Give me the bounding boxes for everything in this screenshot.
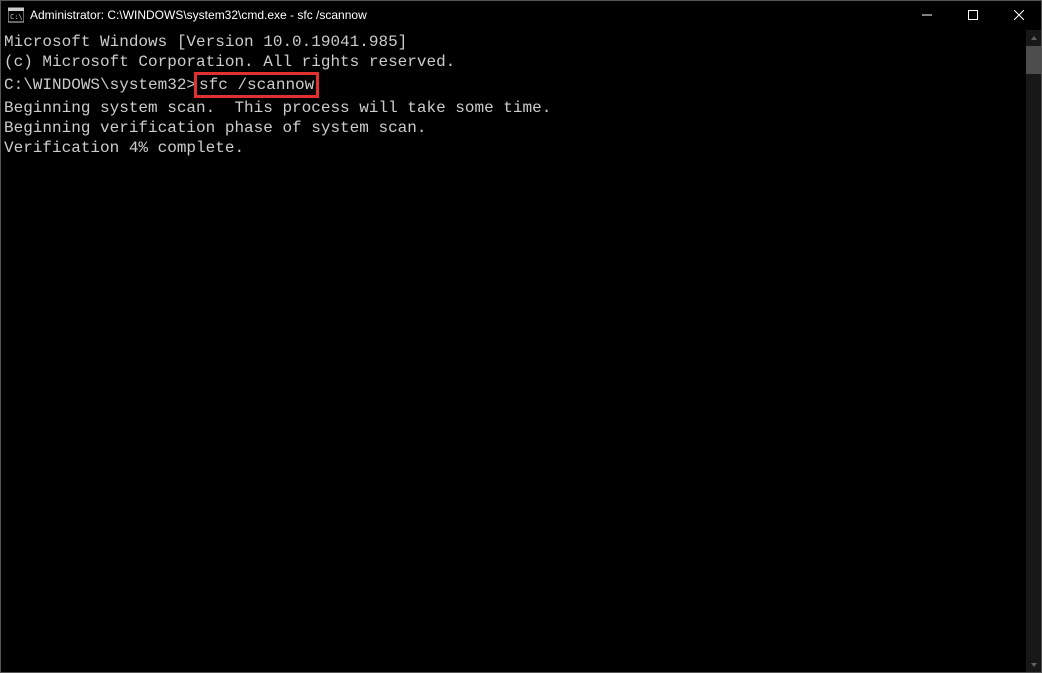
output-line: (c) Microsoft Corporation. All rights re…	[4, 52, 1022, 72]
output-line: Beginning verification phase of system s…	[4, 118, 1022, 138]
close-button[interactable]	[996, 0, 1042, 30]
output-line: Verification 4% complete.	[4, 138, 1022, 158]
cmd-window: C:\ Administrator: C:\WINDOWS\system32\c…	[0, 0, 1042, 673]
vertical-scrollbar[interactable]	[1026, 30, 1042, 673]
prompt-line: C:\WINDOWS\system32>sfc /scannow	[4, 72, 1022, 98]
output-line: Microsoft Windows [Version 10.0.19041.98…	[4, 32, 1022, 52]
prompt-text: C:\WINDOWS\system32>	[4, 75, 196, 95]
output-line: Beginning system scan. This process will…	[4, 98, 1022, 118]
window-controls	[904, 0, 1042, 30]
maximize-button[interactable]	[950, 0, 996, 30]
titlebar[interactable]: C:\ Administrator: C:\WINDOWS\system32\c…	[0, 0, 1042, 30]
terminal-output[interactable]: Microsoft Windows [Version 10.0.19041.98…	[0, 30, 1026, 673]
content-area: Microsoft Windows [Version 10.0.19041.98…	[0, 30, 1042, 673]
window-title: Administrator: C:\WINDOWS\system32\cmd.e…	[30, 8, 904, 22]
minimize-button[interactable]	[904, 0, 950, 30]
command-highlight: sfc /scannow	[194, 72, 319, 98]
scroll-up-arrow[interactable]	[1026, 30, 1042, 46]
scroll-thumb[interactable]	[1026, 46, 1042, 74]
svg-text:C:\: C:\	[10, 13, 23, 21]
scroll-track[interactable]	[1026, 46, 1042, 657]
cmd-icon: C:\	[8, 7, 24, 23]
scroll-down-arrow[interactable]	[1026, 657, 1042, 673]
